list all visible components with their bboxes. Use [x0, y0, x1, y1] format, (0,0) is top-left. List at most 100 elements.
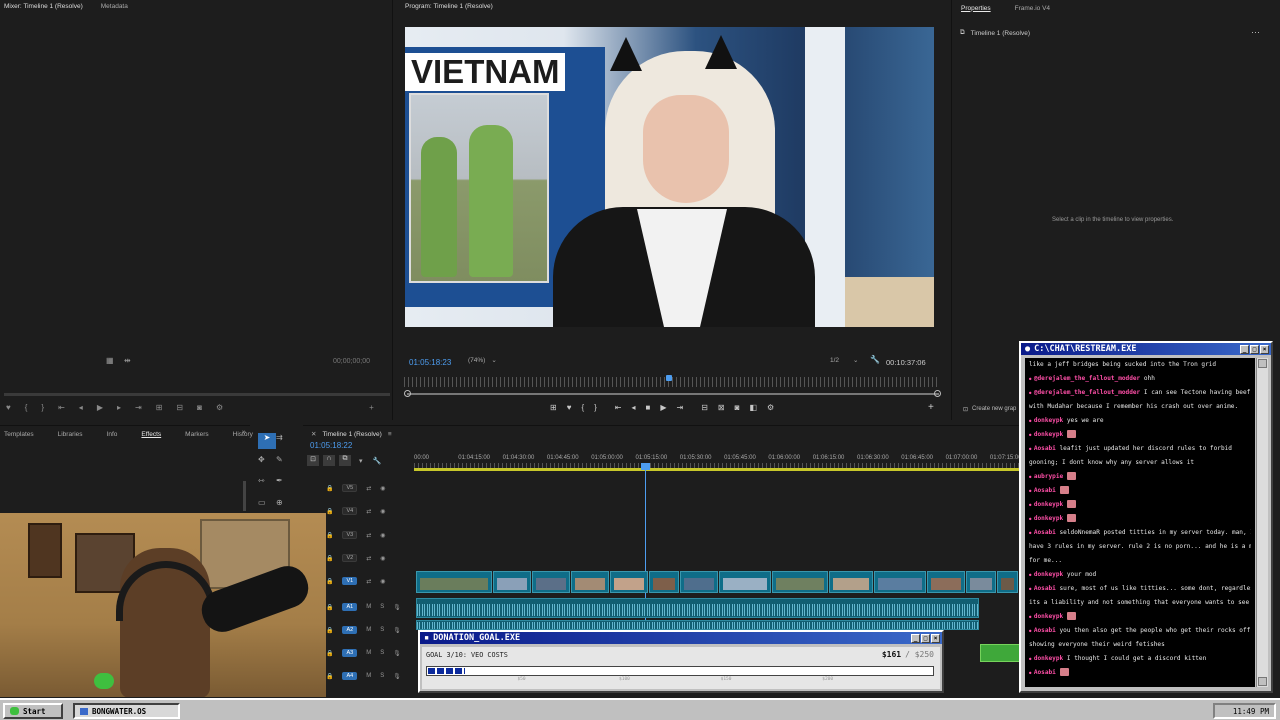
hand-tool-icon[interactable]: ⊕: [276, 498, 294, 514]
lock-icon[interactable]: 🔒: [326, 578, 333, 585]
video-clip[interactable]: [610, 571, 648, 593]
video-clip[interactable]: [772, 571, 828, 593]
track-name[interactable]: A1: [342, 603, 358, 611]
pen-tool-icon[interactable]: ✒: [276, 476, 294, 492]
sync-icon[interactable]: ⇄: [366, 555, 371, 562]
chat-username[interactable]: aubrypie: [1034, 473, 1067, 480]
video-clip[interactable]: [927, 571, 965, 593]
close-button[interactable]: ×: [1260, 344, 1269, 354]
razor-tool-icon[interactable]: ✎: [276, 455, 294, 471]
overwrite-icon[interactable]: ⊟: [176, 403, 183, 412]
chat-username[interactable]: Aosabi: [1034, 585, 1060, 592]
chat-message-list[interactable]: like a jeff bridges being sucked into th…: [1025, 358, 1255, 687]
solo-button[interactable]: S: [380, 627, 384, 633]
track-name[interactable]: V5: [342, 484, 358, 492]
scroll-up-button[interactable]: [1258, 359, 1267, 368]
chat-username[interactable]: donkeypk: [1034, 515, 1067, 522]
marker-icon[interactable]: ♥: [567, 403, 572, 412]
audio-clip-a1[interactable]: [416, 598, 979, 618]
work-area-bar[interactable]: [414, 468, 1020, 471]
video-clip[interactable]: [966, 571, 996, 593]
chat-username[interactable]: donkeypk: [1034, 501, 1067, 508]
chat-username[interactable]: @derejalem_the_fallout_modder: [1034, 389, 1144, 396]
menu-icon[interactable]: ≡: [388, 431, 392, 438]
ripple-edit-icon[interactable]: ✥: [258, 455, 276, 471]
add-button-icon[interactable]: +: [928, 402, 934, 413]
donation-titlebar[interactable]: ▪ DONATION_GOAL.EXE _ □ ×: [420, 632, 942, 644]
minimize-button[interactable]: _: [1240, 344, 1249, 354]
track-select-icon[interactable]: ⇉: [276, 433, 294, 449]
mute-button[interactable]: M: [366, 604, 371, 610]
video-clip[interactable]: [649, 571, 679, 593]
scroll-down-button[interactable]: [1258, 677, 1267, 686]
scrub-handle-right[interactable]: [934, 390, 941, 397]
goto-in-icon[interactable]: ⇤: [58, 403, 65, 412]
video-clip[interactable]: [997, 571, 1018, 593]
insert-icon[interactable]: ⊞: [156, 403, 163, 412]
chat-username[interactable]: donkeypk: [1034, 417, 1067, 424]
sync-icon[interactable]: ⇄: [366, 578, 371, 585]
program-playhead[interactable]: [665, 375, 672, 381]
linked-select-icon[interactable]: ⧉: [339, 455, 351, 466]
marker-icon[interactable]: ♥: [6, 403, 11, 412]
sync-icon[interactable]: ⇄: [366, 485, 371, 492]
wrench-icon[interactable]: 🔧: [373, 457, 382, 465]
lift-clip-icon[interactable]: ⊟: [701, 403, 708, 412]
panel-overflow-icon[interactable]: »: [242, 429, 246, 436]
video-clip[interactable]: [416, 571, 492, 593]
chat-titlebar[interactable]: ● C:\CHAT\RESTREAM.EXE _ □ ×: [1021, 343, 1271, 355]
track-name[interactable]: V2: [342, 554, 358, 562]
timeline-title[interactable]: Timeline 1 (Resolve): [322, 431, 381, 438]
tab-info[interactable]: Info: [107, 431, 118, 438]
video-clip[interactable]: [874, 571, 926, 593]
program-scrub-bar[interactable]: [407, 393, 939, 395]
chat-scrollbar[interactable]: [1256, 358, 1268, 687]
solo-button[interactable]: S: [380, 650, 384, 656]
goto-out-icon[interactable]: ⇥: [135, 403, 142, 412]
extract-icon[interactable]: ⊠: [718, 403, 725, 412]
mic-icon[interactable]: 🎙: [393, 673, 401, 680]
lock-icon[interactable]: 🔒: [326, 532, 333, 539]
tab-frameio[interactable]: Frame.io V4: [1015, 5, 1050, 12]
chat-username[interactable]: Aosabi: [1034, 445, 1060, 452]
tab-mixer[interactable]: Mixer: Timeline 1 (Resolve): [4, 3, 83, 10]
marker-add-icon[interactable]: ▾: [359, 457, 363, 465]
create-new-graphic[interactable]: ⊡ Create new grap: [963, 406, 1016, 413]
step-back-icon[interactable]: ◂: [79, 403, 83, 412]
eye-icon[interactable]: ◉: [380, 485, 385, 492]
zoom-select[interactable]: (74%) ⌄: [468, 356, 497, 365]
mute-button[interactable]: M: [366, 627, 371, 633]
video-clip[interactable]: [532, 571, 570, 593]
track-name[interactable]: A2: [342, 626, 358, 634]
eye-icon[interactable]: ◉: [380, 532, 385, 539]
mark-out-icon[interactable]: }: [594, 403, 597, 412]
tab-templates[interactable]: Templates: [4, 431, 34, 438]
tab-effects[interactable]: Effects: [141, 431, 161, 438]
green-clip[interactable]: [980, 644, 1020, 662]
tab-metadata[interactable]: Metadata: [101, 3, 128, 10]
timeline-timecode[interactable]: 01:05:18:22: [310, 441, 352, 450]
mic-icon[interactable]: 🎙: [393, 650, 401, 657]
eye-icon[interactable]: ◉: [380, 578, 385, 585]
step-back-icon[interactable]: ◂: [632, 403, 636, 412]
taskbar-window-button[interactable]: BONGWATER.OS: [73, 703, 180, 719]
chat-username[interactable]: donkeypk: [1034, 431, 1067, 438]
mic-icon[interactable]: 🎙: [393, 604, 401, 611]
tab-markers[interactable]: Markers: [185, 431, 208, 438]
system-clock[interactable]: 11:49 PM: [1213, 703, 1276, 719]
camera-icon[interactable]: ◙: [735, 403, 740, 412]
selection-tool-icon[interactable]: ➤: [258, 433, 276, 449]
video-clip[interactable]: [680, 571, 718, 593]
minimize-button[interactable]: _: [911, 633, 920, 643]
program-timecode[interactable]: 01:05:18:23: [409, 358, 451, 367]
track-name[interactable]: V4: [342, 507, 358, 515]
lock-icon[interactable]: 🔒: [326, 673, 333, 680]
maximize-button[interactable]: □: [921, 633, 930, 643]
video-clip[interactable]: [571, 571, 609, 593]
more-options-icon[interactable]: ⋯: [1251, 27, 1260, 38]
chat-username[interactable]: donkeypk: [1034, 613, 1067, 620]
mark-in-icon[interactable]: {: [581, 403, 584, 412]
lock-icon[interactable]: 🔒: [326, 650, 333, 657]
add-button-icon[interactable]: +: [369, 403, 374, 412]
mic-icon[interactable]: 🎙: [393, 627, 401, 634]
